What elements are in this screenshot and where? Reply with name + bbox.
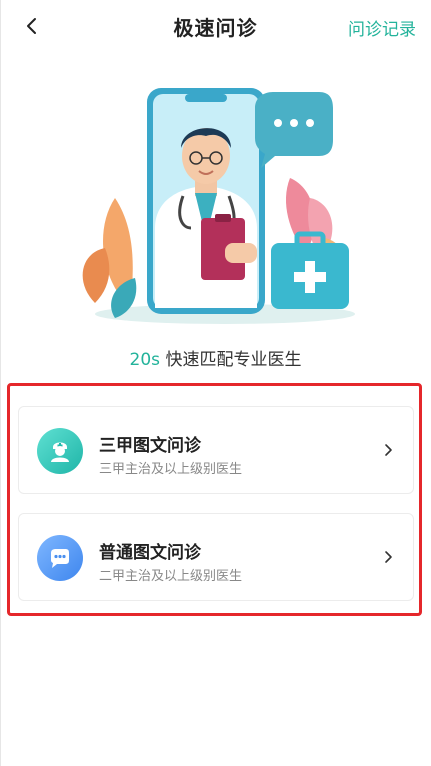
card-subtitle: 二甲主治及以上级别医生 xyxy=(99,569,243,584)
leaf-left-decoration xyxy=(82,198,137,318)
tagline-accent: 20s xyxy=(129,350,161,370)
tagline-text: 快速匹配专业医生 xyxy=(160,350,302,370)
chat-bubble-icon xyxy=(37,535,83,581)
frame-edge xyxy=(0,0,1,766)
consult-option-card-general[interactable]: 普通图文问诊 二甲主治及以上级别医生 xyxy=(18,513,414,601)
card-title: 三甲图文问诊 xyxy=(99,436,201,456)
speech-bubble-decoration xyxy=(255,92,333,168)
doctor-illustration xyxy=(82,88,355,324)
nurse-icon xyxy=(37,428,83,474)
top-bar: 极速问诊 问诊记录 xyxy=(0,0,431,52)
consult-option-card-grade-a[interactable]: 三甲图文问诊 三甲主治及以上级别医生 xyxy=(18,406,414,494)
card-title: 普通图文问诊 xyxy=(99,543,201,563)
tagline: 20s 快速匹配专业医生 xyxy=(0,345,431,370)
chevron-right-icon xyxy=(385,551,392,563)
chevron-right-icon xyxy=(385,444,392,456)
card-subtitle: 三甲主治及以上级别医生 xyxy=(99,462,243,477)
consult-records-link[interactable]: 问诊记录 xyxy=(348,15,416,40)
